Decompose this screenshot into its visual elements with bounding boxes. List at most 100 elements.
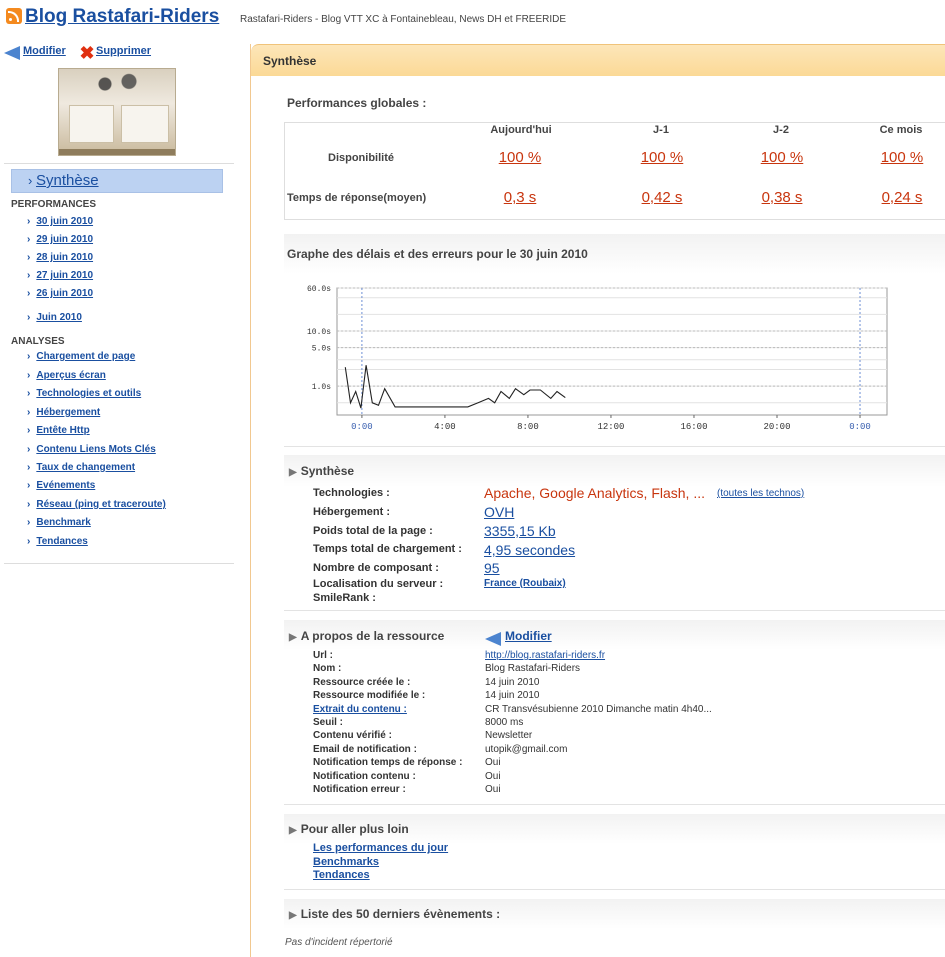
chart-svg: 60.0s 10.0s 5.0s 1.0s 0:00 4:00 8:00 12:00 16:00… [307,285,888,432]
sidebar-item-month[interactable]: › Juin 2010 [27,312,82,323]
smilerank-label: SmileRank : [313,592,376,604]
chart-x-tick-label: 0:00 [849,422,871,432]
modify-arrow-icon[interactable] [4,46,20,60]
page-header: Blog Rastafari-Riders Rastafari-Riders -… [0,0,945,40]
perf-col-header: J-2 [773,124,789,136]
chevron-right-icon: › [27,270,31,281]
trends-link[interactable]: Tendances [313,869,370,881]
url-label: Url : [313,650,333,661]
notif-error-value: Oui [485,784,501,795]
all-technos-link[interactable]: (toutes les technos) [717,488,804,499]
page-weight-label: Poids total de la page : [313,525,433,537]
notif-content-value: Oui [485,771,501,782]
response-today[interactable]: 0,3 s [485,189,555,206]
hosting-value[interactable]: OVH [484,504,514,520]
sidebar-item-analysis[interactable]: › Evénements [27,480,95,491]
triangle-right-icon: ▶ [289,467,297,478]
sidebar-item-day[interactable]: › 29 juin 2010 [27,234,93,245]
chevron-right-icon: › [27,388,31,399]
content-extract-link[interactable]: Extrait du contenu : [313,704,407,715]
synthese-section-title: ▶ Synthèse [289,464,355,478]
delete-link[interactable]: Supprimer [96,45,151,57]
sidebar-item-day[interactable]: › 27 juin 2010 [27,270,93,281]
modify-arrow-icon[interactable] [485,632,501,646]
divider [4,163,234,164]
events-section-title: ▶ Liste des 50 derniers évènements : [289,907,501,921]
perf-table [284,122,945,220]
perf-col-header: Aujourd'hui [490,124,552,136]
sidebar-item-analysis[interactable]: › Contenu Liens Mots Clés [27,444,156,455]
components-value[interactable]: 95 [484,560,500,576]
no-incident-text: Pas d'incident répertorié [285,937,393,948]
availability-j1[interactable]: 100 % [627,149,697,166]
modify-link[interactable]: Modifier [23,45,66,57]
blog-title-link[interactable]: Blog Rastafari-Riders [25,6,219,28]
chart-y-tick-label: 1.0s [312,383,331,392]
analyses-heading: ANALYSES [11,336,65,347]
sidebar-item-day[interactable]: › 30 juin 2010 [27,216,93,227]
availability-j2[interactable]: 100 % [747,149,817,166]
response-month[interactable]: 0,24 s [867,189,937,206]
chart-y-tick-label: 10.0s [307,328,331,337]
availability-month[interactable]: 100 % [867,149,937,166]
sidebar-item-synthese[interactable]: › Synthèse [11,169,223,193]
panel-title: Synthèse [263,54,317,68]
divider [284,610,945,611]
checked-content-label: Contenu vérifié : [313,730,392,741]
modified-value: 14 juin 2010 [485,690,540,701]
sidebar-item-analysis[interactable]: › Hébergement [27,407,100,418]
site-thumbnail[interactable] [58,68,176,156]
availability-today[interactable]: 100 % [485,149,555,166]
benchmarks-link[interactable]: Benchmarks [313,856,379,868]
triangle-right-icon: ▶ [289,825,297,836]
chevron-right-icon: › [27,462,31,473]
rss-icon[interactable] [6,8,22,24]
sidebar-item-analysis[interactable]: › Technologies et outils [27,388,141,399]
sidebar-item-analysis[interactable]: › Benchmark [27,517,91,528]
chevron-right-icon: › [27,536,31,547]
thumbnail-column [69,105,114,143]
triangle-right-icon: ▶ [289,632,297,643]
thumbnail-column [121,105,169,143]
notification-email-value: utopik@gmail.com [485,744,568,755]
load-time-label: Temps total de chargement : [313,543,462,555]
response-j2[interactable]: 0,38 s [747,189,817,206]
panel-header: Synthèse [251,44,945,76]
chevron-right-icon: › [27,312,31,323]
sidebar-item-label: Synthèse [36,172,99,189]
sidebar-item-analysis[interactable]: › Réseau (ping et traceroute) [27,499,166,510]
divider [4,563,234,564]
server-location-value[interactable]: France (Roubaix) [484,578,566,589]
sidebar-item-analysis[interactable]: › Entête Http [27,425,90,436]
main-panel: Synthèse Performances globales : Aujourd… [250,44,945,957]
daily-perf-link[interactable]: Les performances du jour [313,842,448,854]
chart-x-tick-label: 4:00 [434,422,456,432]
created-label: Ressource créée le : [313,677,411,688]
synthese-header-band [284,455,945,487]
url-value[interactable]: http://blog.rastafari-riders.fr [485,650,605,661]
load-time-value[interactable]: 4,95 secondes [484,542,575,558]
perf-col-header: J-1 [653,124,669,136]
name-value: Blog Rastafari-Riders [485,663,581,674]
sidebar-item-day[interactable]: › 28 juin 2010 [27,252,93,263]
modify-resource-link[interactable]: Modifier [505,629,552,643]
blog-description: Rastafari-Riders - Blog VTT XC à Fontain… [240,14,567,25]
checked-content-value: Newsletter [485,730,533,741]
notif-content-label: Notification contenu : [313,771,416,782]
divider [284,446,945,447]
sidebar-item-day[interactable]: › 26 juin 2010 [27,288,93,299]
sidebar-item-analysis[interactable]: › Tendances [27,536,88,547]
sidebar-item-analysis[interactable]: › Aperçus écran [27,370,106,381]
thumbnail-logo [87,71,147,97]
technologies-value: Apache, Google Analytics, Flash, ... [484,485,706,501]
sidebar-item-analysis[interactable]: › Chargement de page [27,351,135,362]
technologies-label: Technologies : [313,487,390,499]
chevron-right-icon: › [27,351,31,362]
delete-x-icon[interactable]: ✖ [78,44,96,62]
page-weight-value[interactable]: 3355,15 Kb [484,523,556,539]
chevron-right-icon: › [27,425,31,436]
response-j1[interactable]: 0,42 s [627,189,697,206]
resource-section-title: ▶ A propos de la ressource [289,629,445,643]
sidebar-item-analysis[interactable]: › Taux de changement [27,462,135,473]
chevron-right-icon: › [27,370,31,381]
